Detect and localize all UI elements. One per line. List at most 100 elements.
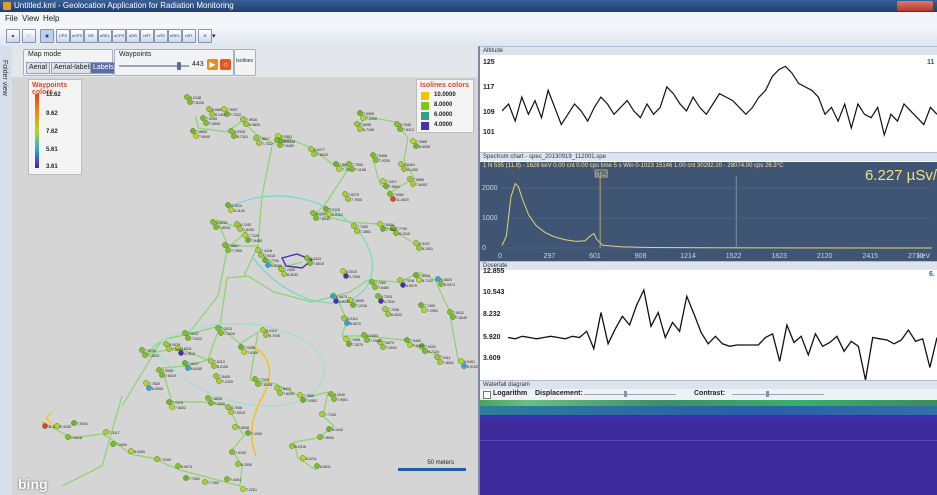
toolbar-button-4[interactable]: nREL xyxy=(98,29,112,43)
save-icon[interactable]: ■ xyxy=(6,29,20,43)
waypoint-marker xyxy=(159,372,165,378)
wp-stop-1: 11.62 xyxy=(46,92,61,98)
waypoint-marker xyxy=(407,342,413,348)
map-mode-labels[interactable]: Labels xyxy=(90,62,117,74)
waypoint-marker xyxy=(203,120,209,126)
toolbar-button-7[interactable]: nRT xyxy=(140,29,154,43)
spectrum-y-tick: 0 xyxy=(482,245,486,252)
toolbar-button-3[interactable]: DR xyxy=(84,29,98,43)
waypoint-label: 8.1400 xyxy=(407,168,418,172)
displacement-slider[interactable] xyxy=(584,394,676,395)
waterfall-diagram[interactable] xyxy=(480,400,937,495)
waypoint-marker xyxy=(434,354,440,360)
toolbar-button-1[interactable]: CPS xyxy=(56,29,70,43)
waypoint-marker xyxy=(65,434,71,440)
waypoint-marker xyxy=(333,161,339,167)
waypoints-slider-thumb[interactable] xyxy=(177,62,182,70)
logarithm-label: Logarithm xyxy=(493,390,528,397)
logarithm-checkbox[interactable] xyxy=(483,391,491,399)
isolines-toggle[interactable]: Isolines xyxy=(234,49,256,76)
waypoint-label: 7.4100 xyxy=(235,451,246,455)
menu-help[interactable]: Help xyxy=(43,14,59,23)
waypoint-label: 7.8000 xyxy=(323,436,334,440)
waypoint-marker xyxy=(252,376,258,382)
spectrum-chart[interactable]: 1 N 535 (11.8) - 1628 keV 0.00 cnt 0.00 … xyxy=(480,162,937,261)
dropdown-arrow-icon[interactable]: ▾ xyxy=(212,32,216,40)
waypoint-label: 7.2413 xyxy=(221,327,232,331)
waypoint-label: 7.0201 xyxy=(425,345,436,349)
waypoint-marker xyxy=(328,391,334,397)
waypoint-marker xyxy=(142,352,148,358)
waypoint-marker xyxy=(422,348,428,354)
waypoint-label: 8.0401 xyxy=(464,360,475,364)
spectrum-plot: 662 2000 1000 0 0 297 601 908 1214 1522 1823 2120… xyxy=(482,169,933,260)
folder-view-tab[interactable]: Folder view xyxy=(1,60,8,96)
play-icon[interactable]: ▶ xyxy=(207,59,218,70)
toolbar-button-6[interactable]: nDR xyxy=(126,29,140,43)
waypoint-label: 7.7700 xyxy=(268,259,279,263)
waypoint-label: 6.9316 xyxy=(295,445,306,449)
waypoint-marker xyxy=(357,110,363,116)
waypoint-label: 7.4004 xyxy=(148,354,159,358)
waypoint-label: 8.7045 xyxy=(400,123,411,127)
waypoint-marker xyxy=(156,367,162,373)
waypoint-label: 7.6017 xyxy=(188,362,199,366)
doserate-tick-3: 8.232 xyxy=(483,311,501,318)
map-controls: Map mode Aerial Aerial-labels Labels Way… xyxy=(12,46,478,77)
waypoint-label: 7.6095 xyxy=(360,123,371,127)
waypoint-marker xyxy=(169,404,175,410)
waypoint-marker xyxy=(447,309,453,315)
waypoint-marker xyxy=(200,115,206,121)
waypoint-marker xyxy=(166,399,172,405)
waypoint-label: 7.7406 xyxy=(349,338,360,342)
displacement-slider-thumb[interactable] xyxy=(624,391,627,397)
waypoint-marker xyxy=(222,242,228,248)
waypoint-marker xyxy=(216,378,222,384)
waypoint-marker xyxy=(274,385,280,391)
isolines-label: Isolines xyxy=(236,58,253,64)
waypoint-marker xyxy=(351,223,357,229)
isoline-swatch-1 xyxy=(421,92,429,100)
waypoint-marker xyxy=(308,146,314,152)
waypoint-marker xyxy=(394,121,400,127)
waypoint-marker xyxy=(372,284,378,290)
save-as-icon[interactable]: □ xyxy=(22,29,36,43)
waypoint-marker xyxy=(187,99,193,105)
waypoint-marker xyxy=(163,341,169,347)
window-close-button[interactable] xyxy=(897,1,933,11)
contrast-slider[interactable] xyxy=(732,394,824,395)
toolbar-button-5[interactable]: nCPS xyxy=(112,29,126,43)
waypoint-marker xyxy=(300,455,306,461)
spectrum-x-tick: 1823 xyxy=(771,253,787,260)
contrast-slider-thumb[interactable] xyxy=(766,391,769,397)
waypoint-label: 7.7400 xyxy=(208,481,219,485)
waypoint-marker xyxy=(397,277,403,283)
menu-file[interactable]: File xyxy=(5,14,18,23)
select-tool-icon[interactable]: ▣ xyxy=(40,29,54,43)
waypoint-marker xyxy=(228,409,234,415)
waypoint-label: 6.6150 xyxy=(271,264,282,268)
stop-icon[interactable]: ○ xyxy=(220,59,231,70)
toolbar-button-9[interactable]: nREL xyxy=(168,29,182,43)
toolbar-button-2[interactable]: nCPS xyxy=(70,29,84,43)
toolbar-button-10[interactable]: nRT xyxy=(182,29,196,43)
waypoint-marker xyxy=(398,161,404,167)
map-view[interactable]: 8.0138 8.0606 7.9037 7.9259 7.9916 7.8894 8.03… xyxy=(12,46,480,495)
spectrum-x-tick: 2120 xyxy=(817,253,833,260)
waypoint-label: 7.5940 xyxy=(209,122,220,126)
toolbar-button-8[interactable]: nRS xyxy=(154,29,168,43)
radiation-icon[interactable]: ☢ xyxy=(198,29,212,43)
waypoint-label: 7.7100 xyxy=(325,413,336,417)
menu-view[interactable]: View xyxy=(22,14,39,23)
waypoint-marker xyxy=(350,302,356,308)
waypoints-count: 443 xyxy=(192,61,204,68)
waypoint-marker xyxy=(413,240,419,246)
waypoint-marker xyxy=(435,276,441,282)
map-mode-aerial-labels[interactable]: Aerial-labels xyxy=(51,62,96,74)
waypoint-marker xyxy=(317,434,323,440)
map-mode-aerial[interactable]: Aerial xyxy=(26,62,50,74)
waypoint-marker xyxy=(297,392,303,398)
waypoint-label: 7.0418 xyxy=(71,436,82,440)
spectrum-x-tick: 1522 xyxy=(726,253,742,260)
waypoint-marker xyxy=(229,449,235,455)
